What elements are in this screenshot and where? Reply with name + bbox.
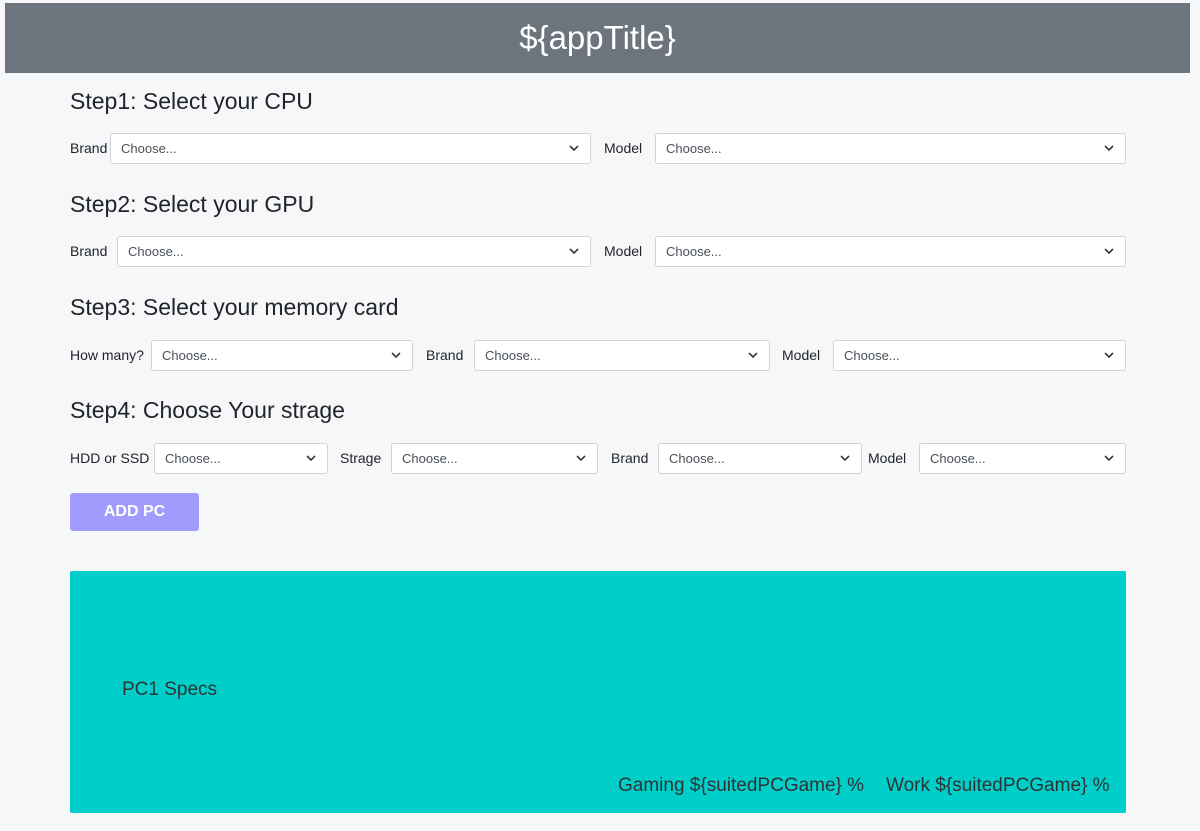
memory-model-select[interactable]: Choose...: [833, 340, 1126, 371]
step2-title: Step2: Select your GPU: [70, 191, 315, 217]
app-title: ${appTitle}: [519, 19, 676, 56]
storage-type-label: HDD or SSD: [70, 450, 150, 466]
cpu-brand-label: Brand: [70, 140, 108, 156]
memory-count-value: Choose...: [162, 348, 218, 363]
chevron-down-icon: [748, 352, 758, 359]
step1-title: Step1: Select your CPU: [70, 88, 313, 114]
storage-type-select[interactable]: Choose...: [154, 443, 328, 474]
gpu-model-label: Model: [604, 243, 643, 259]
cpu-brand-select[interactable]: Choose...: [110, 133, 591, 164]
memory-brand-value: Choose...: [485, 348, 541, 363]
step4-title: Step4: Choose Your strage: [70, 397, 345, 423]
storage-size-select[interactable]: Choose...: [391, 443, 598, 474]
cpu-model-value: Choose...: [666, 141, 722, 156]
gpu-brand-value: Choose...: [128, 244, 184, 259]
pc-card-title: PC1 Specs: [122, 679, 218, 700]
gaming-score: Gaming ${suitedPCGame} %: [618, 775, 865, 796]
app-header: ${appTitle}: [5, 3, 1190, 73]
storage-brand-label: Brand: [611, 450, 649, 466]
cpu-model-select[interactable]: Choose...: [655, 133, 1126, 164]
storage-size-value: Choose...: [402, 451, 458, 466]
memory-model-label: Model: [782, 347, 821, 363]
storage-row: HDD or SSD Choose... Strage Choose... Br…: [70, 443, 1126, 474]
chevron-down-icon: [840, 455, 850, 462]
storage-model-label: Model: [868, 450, 907, 466]
gpu-brand-select[interactable]: Choose...: [117, 236, 591, 267]
chevron-down-icon: [1104, 455, 1114, 462]
pc-spec-card: PC1 Specs Gaming ${suitedPCGame} % Work …: [70, 571, 1126, 813]
cpu-model-label: Model: [604, 140, 643, 156]
add-pc-button[interactable]: ADD PC: [70, 493, 199, 531]
memory-row: How many? Choose... Brand Choose... Mode…: [70, 340, 1126, 371]
work-score: Work ${suitedPCGame} %: [886, 775, 1110, 796]
cpu-brand-value: Choose...: [121, 141, 177, 156]
chevron-down-icon: [391, 352, 401, 359]
storage-type-value: Choose...: [165, 451, 221, 466]
gpu-model-select[interactable]: Choose...: [655, 236, 1126, 267]
storage-model-value: Choose...: [930, 451, 986, 466]
gpu-model-value: Choose...: [666, 244, 722, 259]
gpu-row: Brand Choose... Model Choose...: [70, 236, 1126, 267]
gpu-brand-label: Brand: [70, 243, 108, 259]
chevron-down-icon: [569, 248, 579, 255]
memory-count-label: How many?: [70, 347, 144, 363]
storage-brand-select[interactable]: Choose...: [658, 443, 862, 474]
storage-size-label: Strage: [340, 450, 382, 466]
memory-brand-select[interactable]: Choose...: [474, 340, 770, 371]
step3-title: Step3: Select your memory card: [70, 294, 399, 320]
memory-brand-label: Brand: [426, 347, 464, 363]
memory-model-value: Choose...: [844, 348, 900, 363]
storage-model-select[interactable]: Choose...: [919, 443, 1126, 474]
chevron-down-icon: [1104, 352, 1114, 359]
chevron-down-icon: [1104, 248, 1114, 255]
chevron-down-icon: [576, 455, 586, 462]
storage-brand-value: Choose...: [669, 451, 725, 466]
chevron-down-icon: [306, 455, 316, 462]
chevron-down-icon: [1104, 145, 1114, 152]
memory-count-select[interactable]: Choose...: [151, 340, 413, 371]
cpu-row: Brand Choose... Model Choose...: [70, 133, 1126, 164]
chevron-down-icon: [569, 145, 579, 152]
